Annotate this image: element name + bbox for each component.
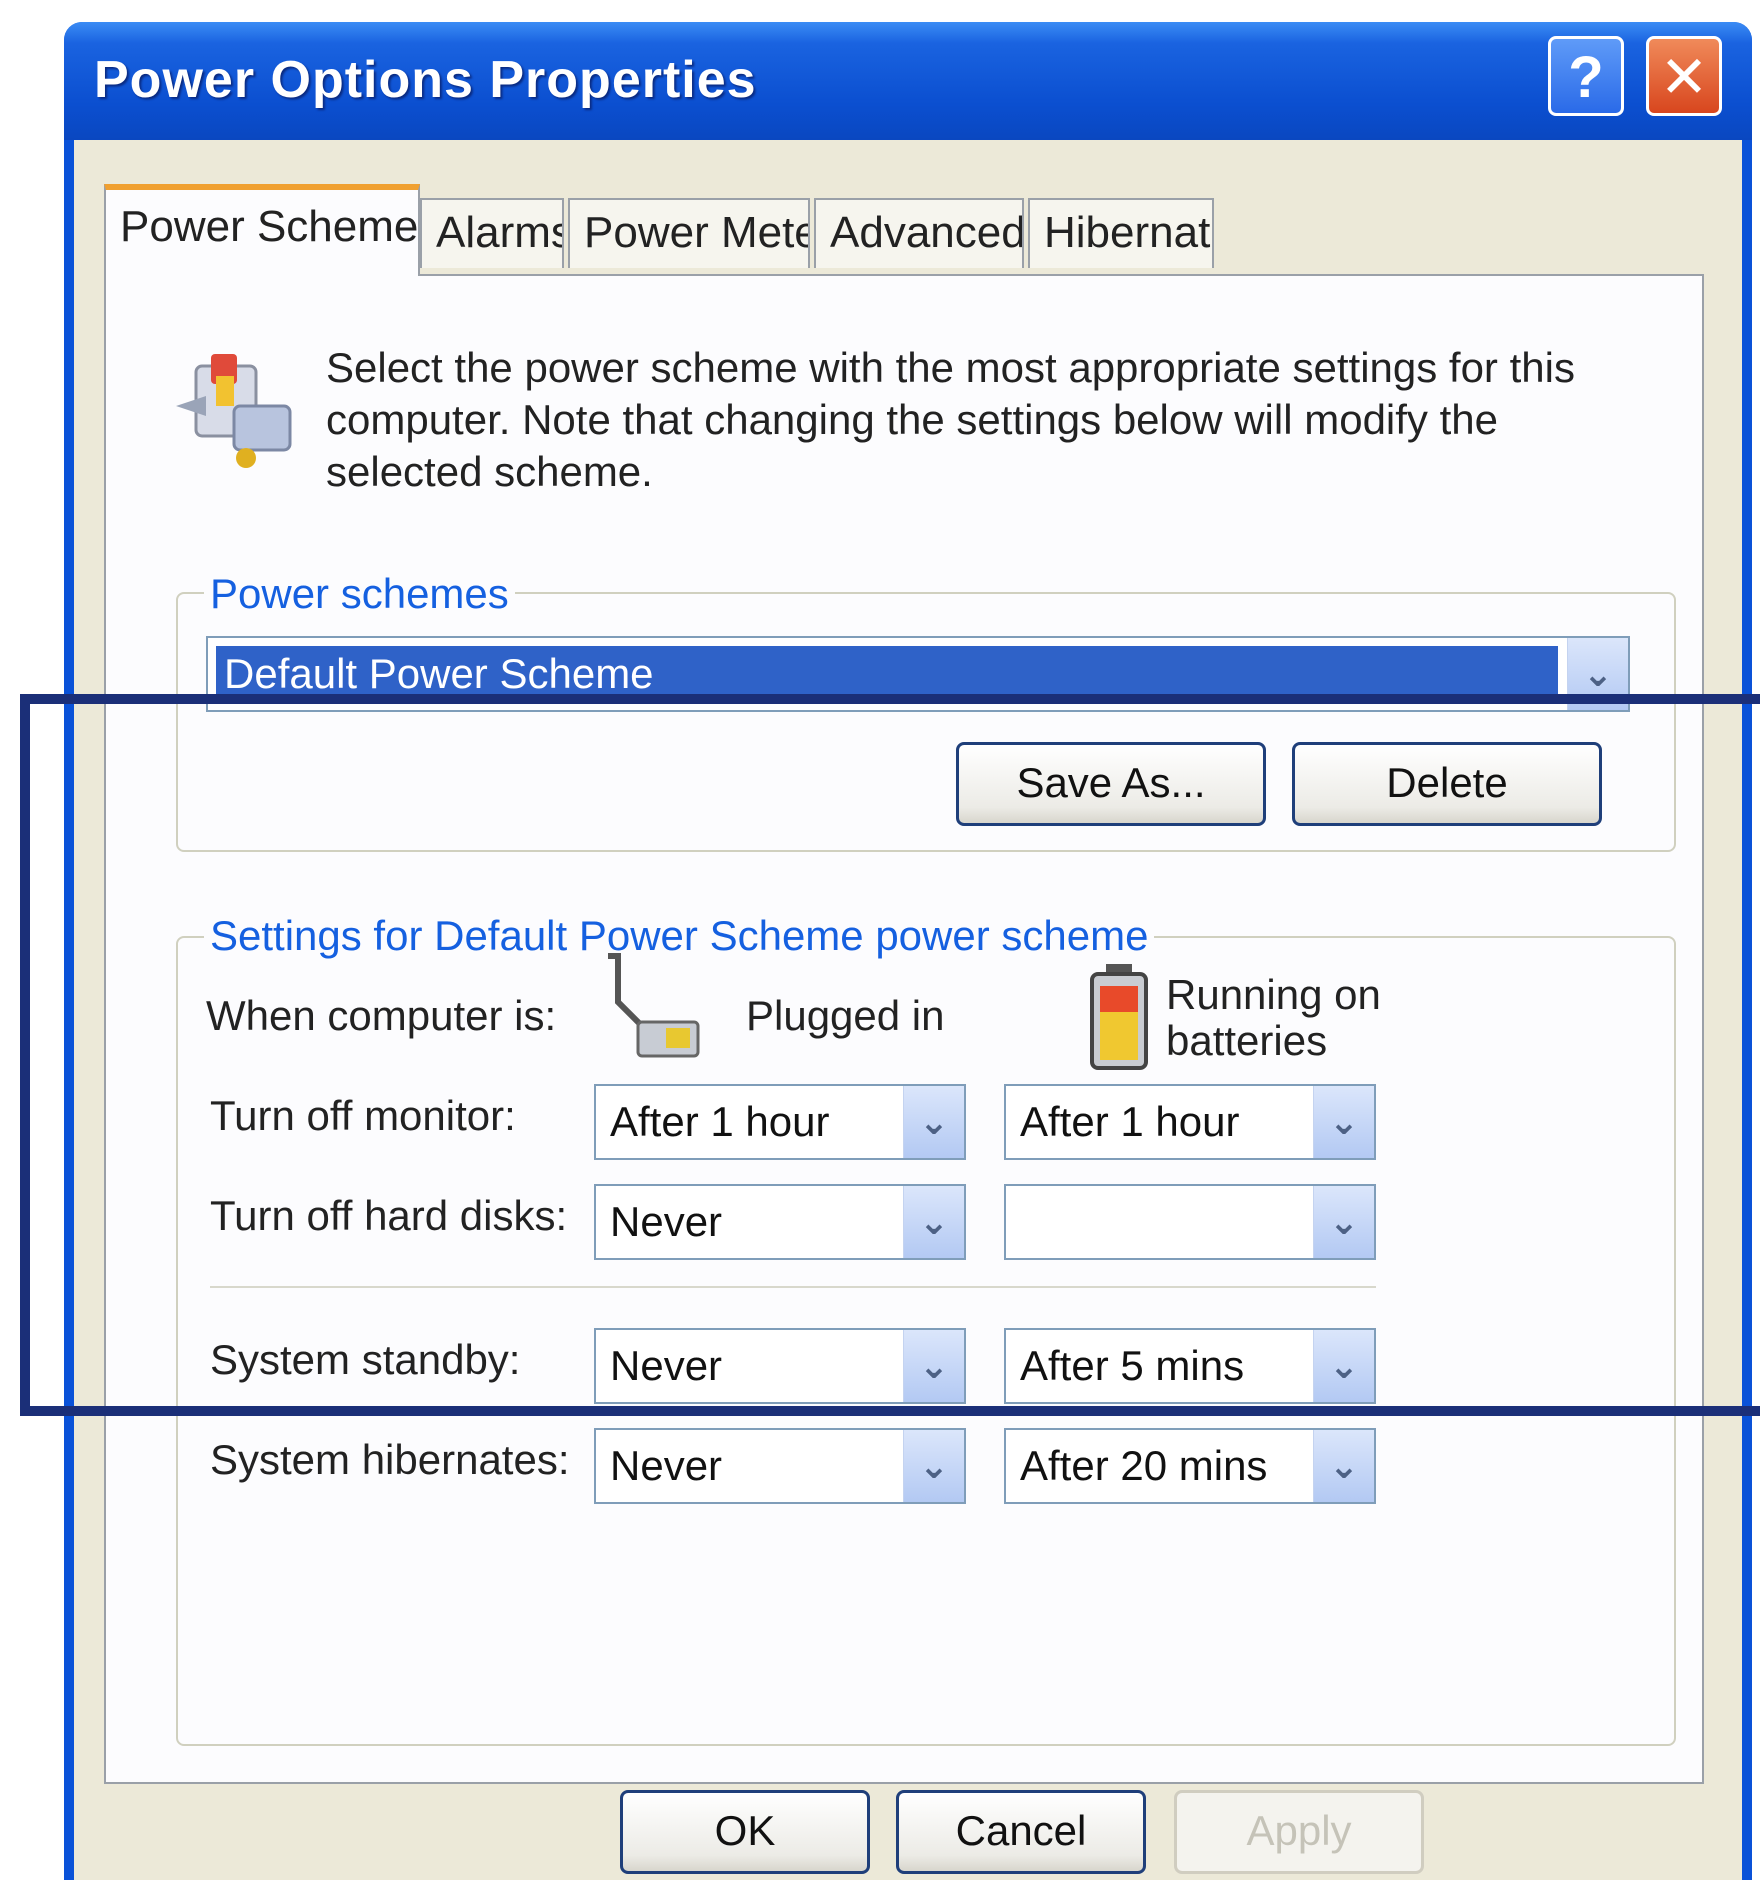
close-button[interactable]: ✕ [1646,36,1722,116]
power-scheme-dropdown[interactable]: Default Power Scheme ⌄ [206,636,1630,712]
chevron-down-icon[interactable]: ⌄ [1313,1430,1374,1502]
turn-off-monitor-plugged-dropdown[interactable]: After 1 hour ⌄ [594,1084,966,1160]
chevron-down-icon[interactable]: ⌄ [903,1430,964,1502]
turn-off-hard-disks-plugged-dropdown[interactable]: Never ⌄ [594,1184,966,1260]
power-plug-icon [608,953,700,1058]
tab-hibernate[interactable]: Hibernate [1028,198,1214,268]
system-standby-plugged-dropdown[interactable]: Never ⌄ [594,1328,966,1404]
chevron-down-icon[interactable]: ⌄ [1567,638,1628,710]
system-hibernates-battery-dropdown[interactable]: After 20 mins ⌄ [1004,1428,1376,1504]
description-text: Select the power scheme with the most ap… [326,344,1575,495]
turn-off-monitor-battery-value: After 1 hour [1020,1098,1240,1145]
system-standby-label: System standby: [210,1336,521,1383]
system-standby-battery-value: After 5 mins [1020,1342,1245,1389]
tab-advanced[interactable]: Advanced [814,198,1024,268]
dialog-window: Power Options Properties ? ✕ Power Schem… [64,22,1752,1880]
settings-separator [210,1286,1376,1288]
chevron-down-icon[interactable]: ⌄ [903,1186,964,1258]
help-button[interactable]: ? [1548,36,1624,116]
dialog-body: Power Schemes Alarms Power Meter Advance… [74,140,1742,1880]
chevron-down-icon[interactable]: ⌄ [903,1086,964,1158]
chevron-down-icon[interactable]: ⌄ [1313,1330,1374,1402]
system-hibernates-plugged-dropdown[interactable]: Never ⌄ [594,1428,966,1504]
tab-alarms[interactable]: Alarms [420,198,564,268]
turn-off-hard-disks-battery-dropdown[interactable]: ⌄ [1004,1184,1376,1260]
turn-off-monitor-battery-dropdown[interactable]: After 1 hour ⌄ [1004,1084,1376,1160]
power-scheme-value: Default Power Scheme [216,646,1558,702]
system-standby-battery-dropdown[interactable]: After 5 mins ⌄ [1004,1328,1376,1404]
turn-off-monitor-plugged-value: After 1 hour [610,1098,830,1145]
system-standby-plugged-value: Never [610,1342,723,1389]
tab-power-meter[interactable]: Power Meter [568,198,810,268]
delete-button[interactable]: Delete [1292,742,1602,826]
running-on-batteries-label: Running on batteries [1166,971,1381,1064]
system-hibernates-plugged-value: Never [610,1442,723,1489]
turn-off-hard-disks-label: Turn off hard disks: [210,1192,568,1239]
window-title: Power Options Properties [94,51,757,109]
title-bar[interactable]: Power Options Properties ? ✕ [64,22,1752,140]
ok-button[interactable]: OK [620,1790,870,1874]
tab-power-schemes[interactable]: Power Schemes [104,184,420,276]
apply-button[interactable]: Apply [1174,1790,1424,1874]
power-schemes-group-label: Power schemes [204,570,515,618]
chevron-down-icon[interactable]: ⌄ [1313,1086,1374,1158]
save-as-button[interactable]: Save As... [956,742,1266,826]
power-scheme-icon [176,354,292,468]
tab-panel: Select the power scheme with the most ap… [104,274,1704,1784]
system-hibernates-battery-value: After 20 mins [1020,1442,1268,1489]
chevron-down-icon[interactable]: ⌄ [903,1330,964,1402]
when-computer-is-label: When computer is: [206,992,557,1039]
turn-off-monitor-label: Turn off monitor: [210,1092,516,1139]
turn-off-hard-disks-plugged-value: Never [610,1198,723,1245]
cancel-button[interactable]: Cancel [896,1790,1146,1874]
system-hibernates-label: System hibernates: [210,1436,570,1483]
plugged-in-label: Plugged in [746,992,945,1039]
chevron-down-icon[interactable]: ⌄ [1313,1186,1374,1258]
battery-icon [1090,964,1148,1070]
